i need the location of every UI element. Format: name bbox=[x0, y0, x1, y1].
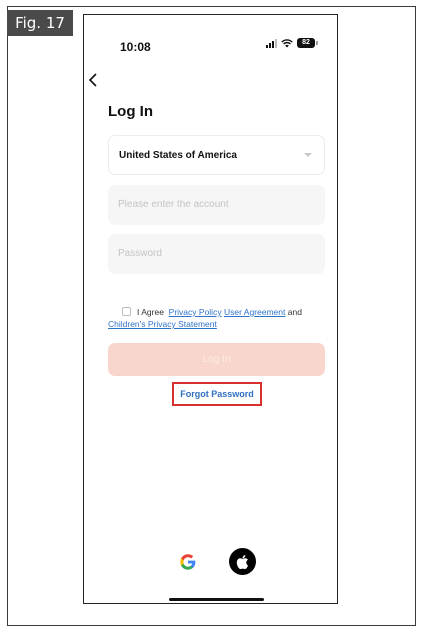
forgot-password-link[interactable]: Forgot Password bbox=[172, 382, 262, 406]
login-button[interactable]: Log In bbox=[108, 343, 325, 376]
battery-icon: 82 bbox=[297, 38, 318, 48]
wifi-icon bbox=[281, 38, 293, 48]
country-select[interactable]: United States of America bbox=[108, 135, 325, 175]
figure-label: Fig. 17 bbox=[7, 10, 73, 36]
account-input[interactable]: Please enter the account bbox=[108, 185, 325, 225]
agree-and: and bbox=[287, 307, 302, 317]
privacy-policy-link[interactable]: Privacy Policy bbox=[169, 307, 222, 317]
phone-screen: 10:08 82 Log In United States of America… bbox=[83, 14, 338, 604]
page-title: Log In bbox=[108, 103, 153, 120]
chevron-left-icon[interactable] bbox=[88, 73, 104, 89]
agree-checkbox[interactable] bbox=[122, 307, 131, 316]
status-time: 10:08 bbox=[120, 40, 151, 54]
agreement-text: I Agree Privacy Policy User Agreement an… bbox=[108, 306, 328, 330]
user-agreement-link[interactable]: User Agreement bbox=[224, 307, 285, 317]
status-bar: 10:08 82 bbox=[84, 15, 337, 54]
google-icon[interactable] bbox=[177, 551, 199, 573]
childrens-privacy-link[interactable]: Children's Privacy Statement bbox=[108, 319, 217, 329]
chevron-down-icon bbox=[304, 153, 312, 157]
password-input[interactable]: Password bbox=[108, 234, 325, 274]
agree-prefix: I Agree bbox=[137, 307, 164, 317]
signal-icon bbox=[266, 38, 277, 48]
status-icons: 82 bbox=[266, 37, 318, 49]
apple-icon[interactable] bbox=[229, 548, 256, 575]
country-value: United States of America bbox=[119, 150, 237, 161]
home-indicator bbox=[169, 598, 264, 601]
